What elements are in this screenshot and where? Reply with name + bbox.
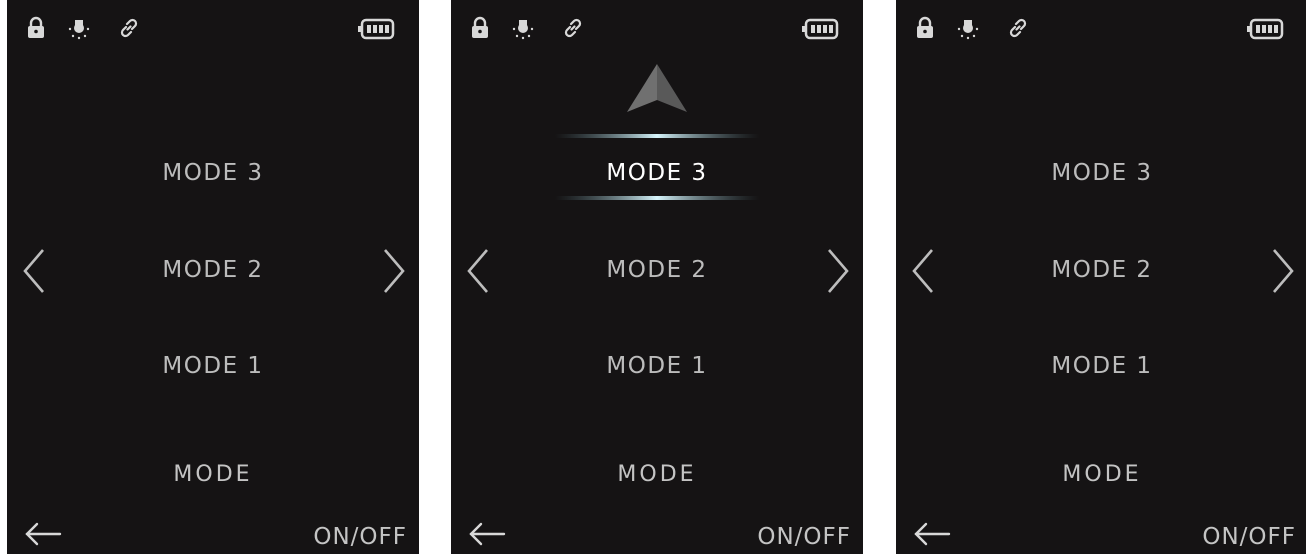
mode-1-option[interactable]: MODE 1: [7, 351, 419, 381]
back-arrow-icon[interactable]: [23, 519, 63, 549]
light-bulb-icon: [957, 20, 979, 40]
status-bar: [896, 0, 1306, 48]
mode-3-option[interactable]: MODE 3: [896, 158, 1306, 188]
link-icon: [120, 18, 138, 38]
chevron-right-icon[interactable]: [1268, 244, 1298, 298]
mode-2-option[interactable]: MODE 2: [896, 255, 1306, 285]
battery-icon: [802, 18, 839, 40]
up-arrow-icon[interactable]: [625, 62, 689, 114]
selection-highlight-top: [555, 134, 759, 138]
mode-button-label[interactable]: MODE: [451, 460, 863, 490]
chevron-right-icon[interactable]: [823, 244, 853, 298]
status-bar: [7, 0, 419, 48]
link-icon: [564, 18, 582, 38]
mode-3-option[interactable]: MODE 3: [7, 158, 419, 188]
battery-icon: [1247, 18, 1284, 40]
chevron-left-icon[interactable]: [19, 244, 49, 298]
chevron-right-icon[interactable]: [379, 244, 409, 298]
device-screen-2: MODE 3 MODE 2 MODE 1 MODE ON/OFF: [451, 0, 863, 554]
back-arrow-icon[interactable]: [912, 519, 952, 549]
light-bulb-icon: [68, 20, 90, 40]
chevron-left-icon[interactable]: [463, 244, 493, 298]
device-screen-3: MODE 3 MODE 2 MODE 1 MODE ON/OFF: [896, 0, 1306, 554]
mode-3-option[interactable]: MODE 3: [451, 158, 863, 188]
on-off-button[interactable]: ON/OFF: [1202, 522, 1296, 552]
lock-icon: [917, 16, 933, 38]
selection-highlight-bottom: [555, 196, 759, 200]
chevron-left-icon[interactable]: [908, 244, 938, 298]
battery-icon: [358, 18, 395, 40]
lock-icon: [28, 16, 44, 38]
on-off-button[interactable]: ON/OFF: [313, 522, 407, 552]
mode-1-option[interactable]: MODE 1: [896, 351, 1306, 381]
lock-icon: [472, 16, 488, 38]
on-off-button[interactable]: ON/OFF: [757, 522, 851, 552]
mode-1-option[interactable]: MODE 1: [451, 351, 863, 381]
mode-button-label[interactable]: MODE: [7, 460, 419, 490]
back-arrow-icon[interactable]: [467, 519, 507, 549]
link-icon: [1009, 18, 1027, 38]
mode-button-label[interactable]: MODE: [896, 460, 1306, 490]
device-screen-1: MODE 3 MODE 2 MODE 1 MODE ON/OFF: [7, 0, 419, 554]
light-bulb-icon: [512, 20, 534, 40]
status-bar: [451, 0, 863, 48]
mode-2-option[interactable]: MODE 2: [451, 255, 863, 285]
mode-2-option[interactable]: MODE 2: [7, 255, 419, 285]
